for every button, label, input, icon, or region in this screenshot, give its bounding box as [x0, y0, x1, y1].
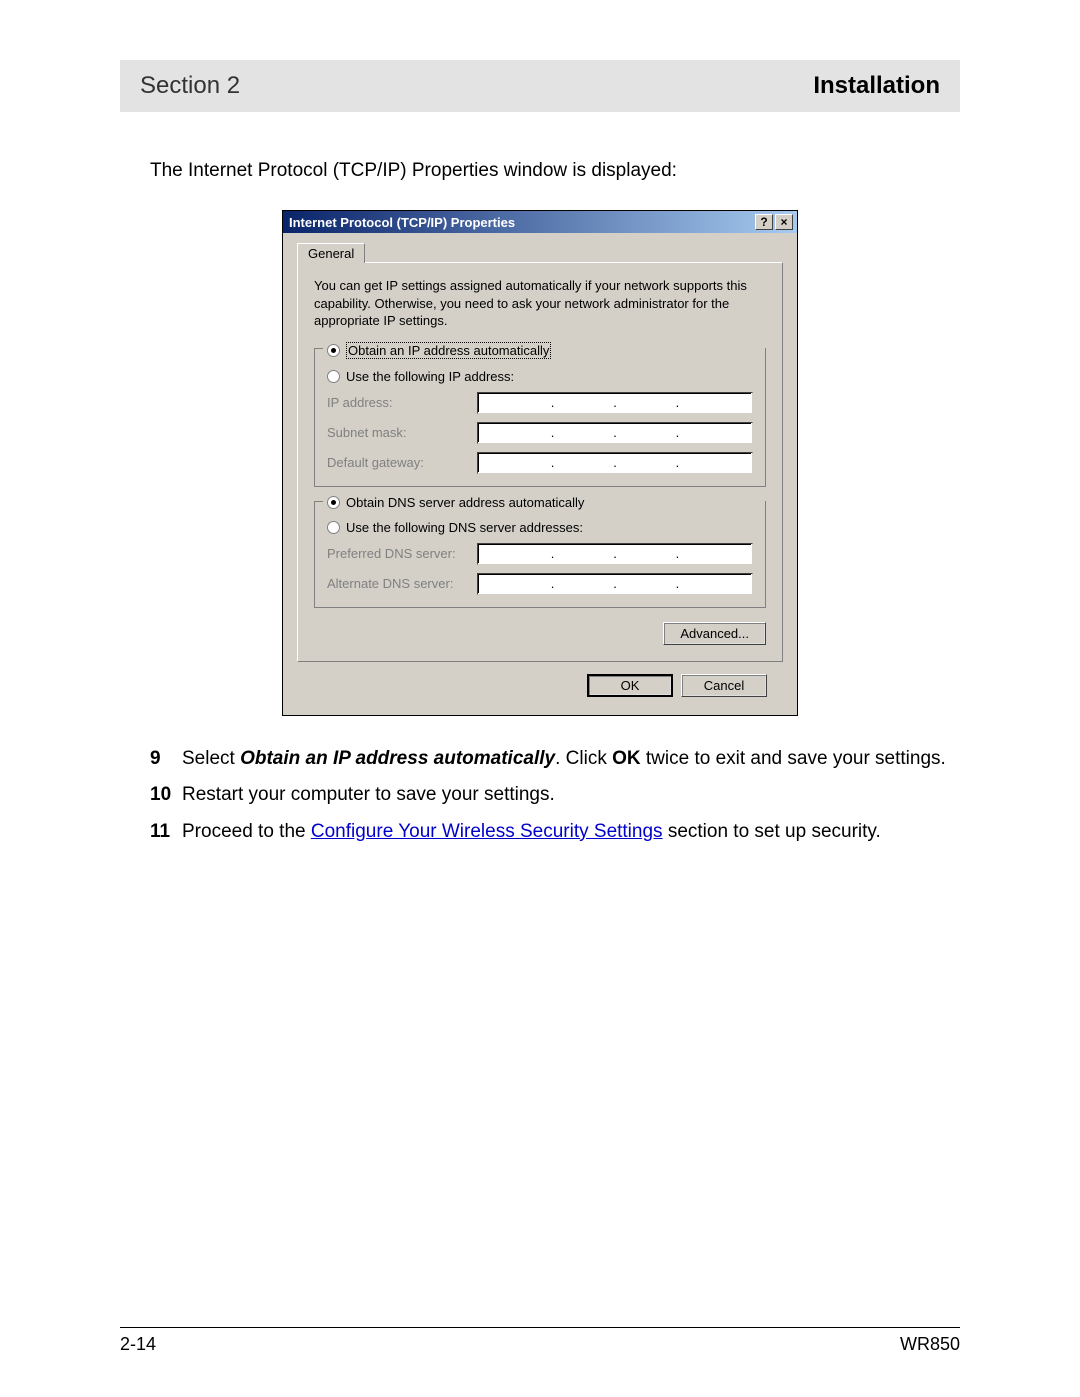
- label-subnet: Subnet mask:: [327, 425, 477, 440]
- advanced-button[interactable]: Advanced...: [663, 622, 766, 645]
- input-subnet[interactable]: ...: [477, 422, 753, 444]
- step-9: 9 Select Obtain an IP address automatica…: [150, 746, 960, 773]
- tcpip-dialog: Internet Protocol (TCP/IP) Properties ? …: [282, 210, 798, 716]
- close-button[interactable]: ×: [775, 214, 793, 230]
- step-text: Restart your computer to save your setti…: [182, 782, 960, 809]
- radio-ip-manual[interactable]: Use the following IP address:: [327, 369, 753, 384]
- radio-ip-manual-label: Use the following IP address:: [346, 369, 514, 384]
- step-number: 9: [150, 746, 182, 773]
- step-11: 11 Proceed to the Configure Your Wireles…: [150, 819, 960, 846]
- radio-icon: [327, 344, 340, 357]
- input-ip-address[interactable]: ...: [477, 392, 753, 414]
- radio-dns-auto-label: Obtain DNS server address automatically: [346, 495, 584, 510]
- security-settings-link[interactable]: Configure Your Wireless Security Setting…: [311, 821, 663, 842]
- tab-general[interactable]: General: [297, 243, 365, 263]
- page-number: 2-14: [120, 1334, 156, 1355]
- section-label: Section 2: [140, 72, 240, 100]
- radio-ip-auto[interactable]: Obtain an IP address automatically: [327, 342, 551, 359]
- page-footer: 2-14 WR850: [120, 1327, 960, 1355]
- dialog-description: You can get IP settings assigned automat…: [314, 277, 766, 330]
- dialog-title: Internet Protocol (TCP/IP) Properties: [289, 215, 515, 230]
- cancel-button[interactable]: Cancel: [681, 674, 767, 697]
- input-gateway[interactable]: ...: [477, 452, 753, 474]
- ok-button[interactable]: OK: [587, 674, 673, 697]
- intro-text: The Internet Protocol (TCP/IP) Propertie…: [150, 160, 960, 182]
- radio-dns-auto[interactable]: Obtain DNS server address automatically: [327, 495, 584, 510]
- input-dns-pref[interactable]: ...: [477, 543, 753, 565]
- radio-dns-manual-label: Use the following DNS server addresses:: [346, 520, 583, 535]
- radio-icon: [327, 521, 340, 534]
- step-number: 11: [150, 819, 182, 846]
- radio-dns-manual[interactable]: Use the following DNS server addresses:: [327, 520, 753, 535]
- ip-fieldset: Obtain an IP address automatically Use t…: [314, 348, 766, 487]
- label-dns-alt: Alternate DNS server:: [327, 576, 477, 591]
- radio-icon: [327, 496, 340, 509]
- radio-ip-auto-label: Obtain an IP address automatically: [346, 342, 551, 359]
- step-10: 10 Restart your computer to save your se…: [150, 782, 960, 809]
- step-list: 9 Select Obtain an IP address automatica…: [150, 746, 960, 846]
- help-button[interactable]: ?: [755, 214, 773, 230]
- chapter-title: Installation: [813, 72, 940, 100]
- step-number: 10: [150, 782, 182, 809]
- input-dns-alt[interactable]: ...: [477, 573, 753, 595]
- step-text: Proceed to the Configure Your Wireless S…: [182, 819, 960, 846]
- page-header: Section 2 Installation: [120, 60, 960, 112]
- label-gateway: Default gateway:: [327, 455, 477, 470]
- dialog-titlebar: Internet Protocol (TCP/IP) Properties ? …: [283, 211, 797, 233]
- step-text: Select Obtain an IP address automaticall…: [182, 746, 960, 773]
- label-dns-pref: Preferred DNS server:: [327, 546, 477, 561]
- model-label: WR850: [900, 1334, 960, 1355]
- radio-icon: [327, 370, 340, 383]
- label-ip-address: IP address:: [327, 395, 477, 410]
- dns-fieldset: Obtain DNS server address automatically …: [314, 501, 766, 608]
